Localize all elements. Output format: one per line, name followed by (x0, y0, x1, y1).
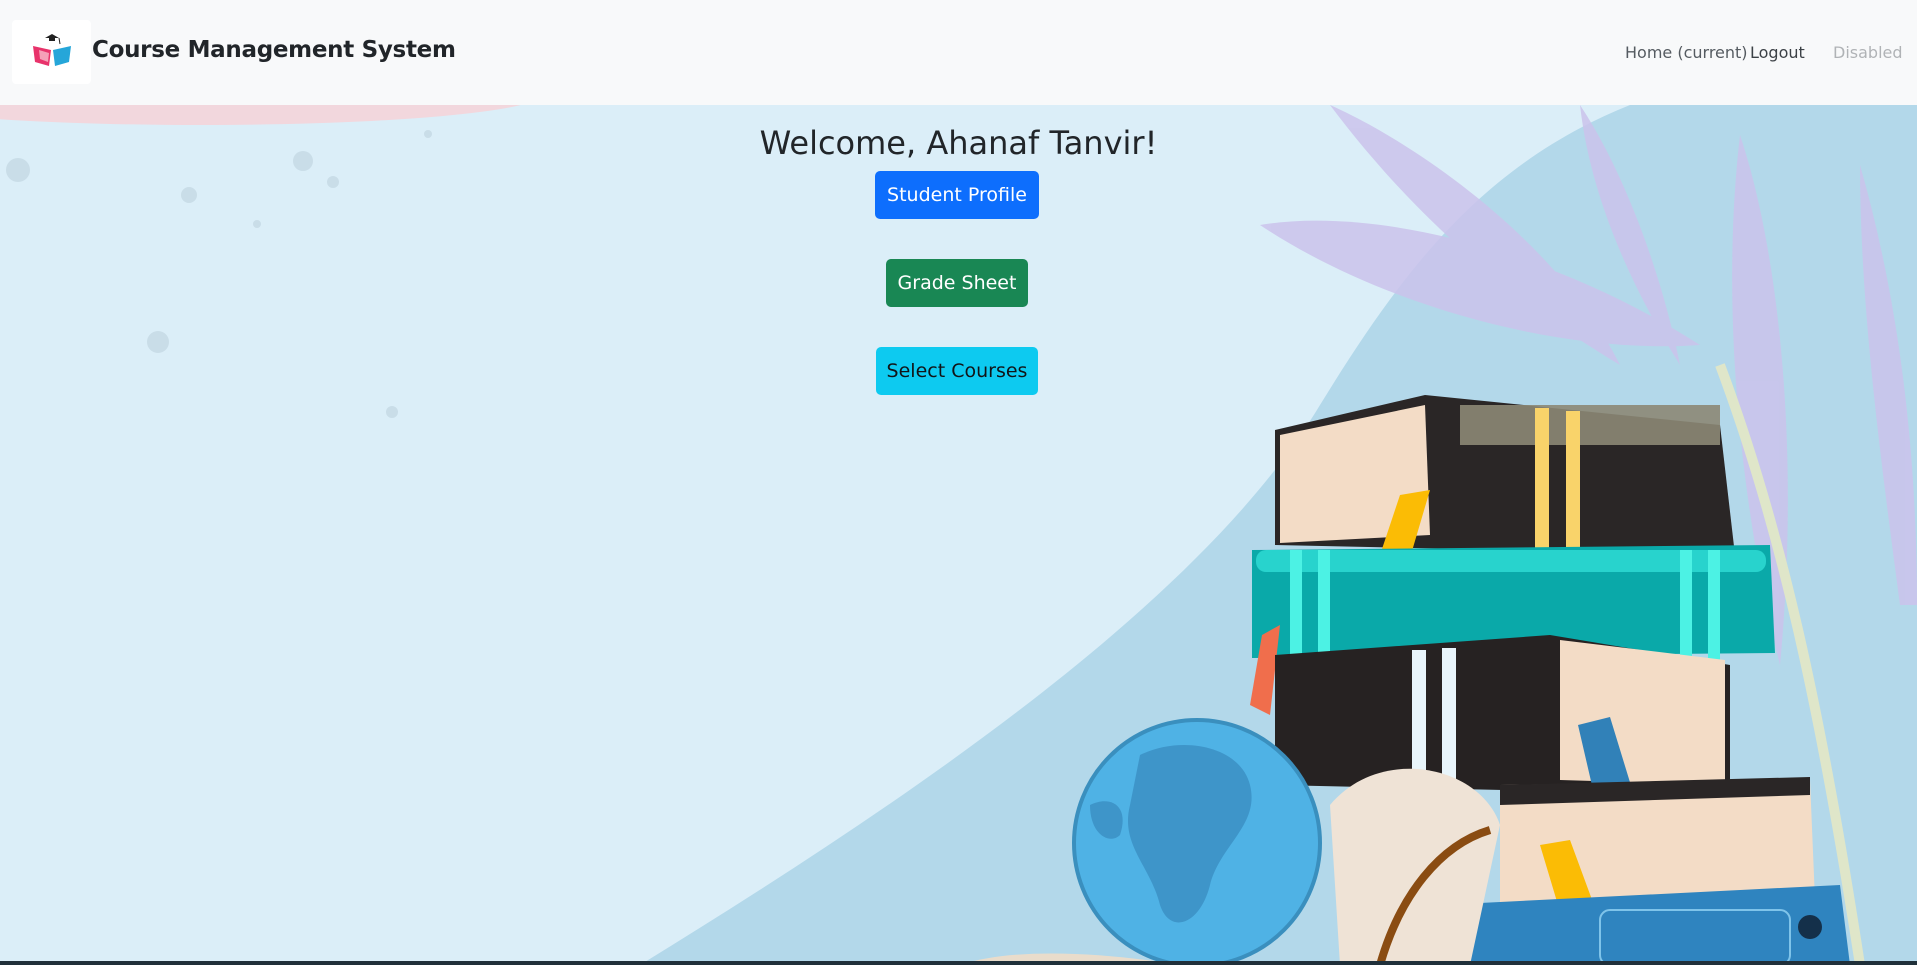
brand-logo[interactable] (12, 20, 91, 84)
navbar: Course Management System Home (current) … (0, 0, 1917, 105)
nav-home-link[interactable]: Home (current) (1625, 43, 1748, 62)
pink-arc-decoration (0, 105, 521, 125)
nav-disabled-link: Disabled (1833, 43, 1903, 62)
bottom-border (0, 961, 1917, 965)
book-logo-icon (32, 34, 71, 66)
background-illustration (0, 105, 1917, 965)
nav-logout-link[interactable]: Logout (1750, 43, 1805, 62)
bubble-dots-decoration (6, 130, 432, 418)
welcome-heading: Welcome, Ahanaf Tanvir! (759, 124, 1158, 162)
grade-sheet-button[interactable]: Grade Sheet (886, 259, 1028, 307)
select-courses-button[interactable]: Select Courses (876, 347, 1038, 395)
student-profile-button[interactable]: Student Profile (875, 171, 1039, 219)
brand-title[interactable]: Course Management System (92, 37, 456, 63)
